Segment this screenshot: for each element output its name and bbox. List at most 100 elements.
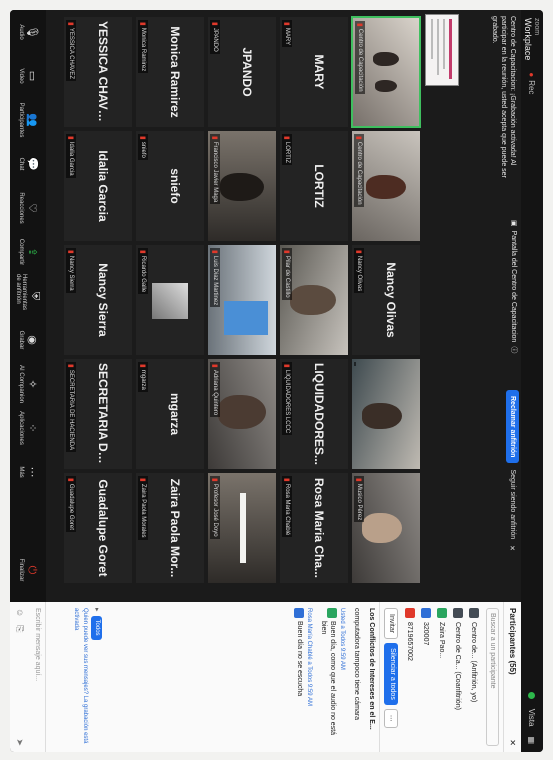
participant-tile[interactable]: ▮ Luis Diaz Martinez bbox=[207, 244, 277, 356]
more-button[interactable]: ⋯ Más bbox=[18, 450, 38, 494]
participant-tile[interactable]: Rosa Maria Cha... ▮ Rosa Maria Chablé bbox=[279, 472, 349, 584]
participant-row[interactable]: 320007 bbox=[418, 602, 434, 752]
mic-muted-icon: ▮ bbox=[67, 250, 74, 254]
more-options-icon[interactable]: ⋯ bbox=[384, 708, 398, 728]
participant-tile[interactable]: mgarza ▮ mgarza bbox=[135, 358, 205, 470]
to-label-prefix: ▸ bbox=[93, 608, 100, 612]
mic-muted-icon: ▮ bbox=[283, 22, 290, 26]
participant-tile[interactable]: ▮ Centro de Capacitación bbox=[351, 130, 421, 242]
participant-tile[interactable]: ▮ Adriana Quintero bbox=[207, 358, 277, 470]
mic-muted-icon: ▮ bbox=[283, 250, 290, 254]
mic-muted-icon: ▮ bbox=[355, 250, 362, 254]
participant-label: MARY bbox=[284, 27, 290, 46]
participant-tile[interactable]: MARY ▮ MARY bbox=[279, 16, 349, 128]
participant-tile[interactable]: ▮ Pilar de Castillo bbox=[279, 244, 349, 356]
toolbar-label: Compartir bbox=[18, 238, 24, 266]
mute-all-button[interactable]: Silenciar a todos bbox=[384, 643, 398, 705]
video-feed bbox=[362, 403, 402, 429]
participant-tile[interactable]: Nancy Olivas ▮ Nancy Olivas bbox=[351, 244, 421, 356]
participant-tile[interactable]: ▮ Francisco Javier Maga bbox=[207, 130, 277, 242]
participant-row[interactable]: Centro de Ca... (Coanfitrión) bbox=[450, 602, 466, 752]
recipient-dropdown[interactable]: Todos bbox=[91, 615, 102, 640]
reactions-button[interactable]: ♡ Reacciones bbox=[18, 186, 38, 230]
mic-muted-icon: ▮ bbox=[139, 22, 146, 26]
mic-muted-icon: ▮ bbox=[356, 23, 363, 27]
participant-tile[interactable]: SECRETARIA DE... ▮ SECRETARIA DE HACIENDA bbox=[63, 358, 133, 470]
shared-screen-thumbnail[interactable] bbox=[425, 14, 459, 86]
zoom-window: zoom Workplace ● Rec Vista ▦ Centro de C… bbox=[10, 10, 543, 752]
participant-tile[interactable]: LIQUIDADORES... ▮ LIQUIDADORES LCCC bbox=[279, 358, 349, 470]
participant-tile[interactable]: YESSICA CHAVEZ ▮ YESSICA CHAVEZ bbox=[63, 16, 133, 128]
recording-notice: Centro de Capacitacion: ¡Grabación activ… bbox=[491, 16, 516, 178]
camera-icon: ▭ bbox=[26, 70, 38, 82]
end-meeting-button[interactable]: ⏻ Finalizar bbox=[18, 548, 38, 592]
brand-name: Workplace bbox=[523, 18, 533, 61]
emoji-icon[interactable]: ☺ bbox=[14, 608, 25, 617]
participant-row[interactable]: Centro de... (Anfitrión, yo) bbox=[466, 602, 482, 752]
participant-row[interactable]: Zaira Pao... bbox=[434, 602, 450, 752]
participant-tile[interactable]: ▮ Musico Pérez bbox=[351, 472, 421, 584]
participant-tile[interactable]: ▮ Ricardo Galle bbox=[135, 244, 205, 356]
apps-icon: ⁘ bbox=[26, 423, 38, 433]
participant-tile[interactable]: Guadalupe Goret ▮ Guadalupe Goret bbox=[63, 472, 133, 584]
chat-button[interactable]: 💬 Chat bbox=[18, 142, 38, 186]
attach-icon[interactable]: ⎘ bbox=[14, 625, 25, 632]
record-icon: ◉ bbox=[26, 335, 38, 345]
participant-tile[interactable]: Zaira Paola Mor... ▮ Zaira Paola Morales bbox=[135, 472, 205, 584]
ai-companion-button[interactable]: ✧ AI Companion bbox=[18, 362, 38, 406]
video-feed bbox=[366, 175, 406, 199]
toolbar-label: Aplicaciones bbox=[18, 411, 24, 445]
record-button[interactable]: ◉ Grabar bbox=[18, 318, 38, 362]
participant-name: Rosa Maria Cha... bbox=[312, 477, 326, 579]
mic-muted-icon: ▮ bbox=[355, 478, 362, 482]
video-feed bbox=[220, 173, 264, 201]
participant-search-input[interactable]: Buscar a un participante bbox=[486, 608, 499, 746]
recording-indicator[interactable]: ● Rec bbox=[528, 72, 537, 94]
participant-tile[interactable]: ▮ Centro de Capacitación bbox=[351, 16, 421, 128]
avatar bbox=[453, 608, 463, 618]
participant-row-name: Centro de Ca... (Coanfitrión) bbox=[454, 622, 462, 710]
participant-tile[interactable]: Idalia Garcia ▮ Idalia Garcia bbox=[63, 130, 133, 242]
reaction-icon: ♡ bbox=[26, 203, 38, 213]
close-icon[interactable]: ✕ bbox=[509, 545, 517, 551]
participant-tile[interactable]: Nancy Sierra ▮ Nancy Sierra bbox=[63, 244, 133, 356]
participant-row[interactable]: 8719657002 bbox=[402, 602, 418, 752]
mic-muted-icon: ▮ bbox=[211, 22, 218, 26]
chat-input[interactable]: Escribir mensaje aquí... bbox=[30, 602, 46, 752]
participant-tile[interactable]: JPANDO ▮ JPANDO bbox=[207, 16, 277, 128]
participants-button[interactable]: 👥 Participantes bbox=[18, 98, 38, 142]
mic-muted-icon: ▮ bbox=[211, 250, 218, 254]
avatar bbox=[421, 608, 431, 618]
invite-button[interactable]: Invitar bbox=[384, 608, 398, 640]
send-icon[interactable]: ➤ bbox=[14, 738, 25, 746]
participant-tile[interactable]: sniefo ▮ sniefo bbox=[135, 130, 205, 242]
video-button[interactable]: ▭ Video bbox=[18, 54, 38, 98]
participant-label: Guadalupe Goret bbox=[68, 483, 74, 530]
participant-name: LIQUIDADORES... bbox=[312, 363, 326, 466]
avatar bbox=[294, 608, 304, 618]
recording-label: Rec bbox=[527, 80, 537, 95]
view-button[interactable]: Vista bbox=[528, 709, 537, 727]
info-icon[interactable]: ⓘ bbox=[509, 346, 519, 353]
recording-note: Quien puede ver sus mensajes? La grabaci… bbox=[73, 608, 88, 744]
participant-name: Guadalupe Goret bbox=[96, 479, 110, 577]
participant-label: Nancy Olivas bbox=[356, 255, 362, 292]
participant-tile[interactable] bbox=[351, 358, 421, 470]
host-tools-button[interactable]: ⛨ Herramientas de anfitrión bbox=[15, 274, 41, 318]
participant-tile[interactable]: ▮ Profesor José Doyo bbox=[207, 472, 277, 584]
mic-muted-icon: ▮ bbox=[67, 136, 74, 140]
screen-share-icon: ▣ bbox=[510, 220, 517, 227]
shield-status-icon bbox=[528, 691, 536, 699]
participant-row-name: Zaira Pao... bbox=[438, 622, 446, 659]
participant-tile[interactable]: LORTIZ ▮ LORTIZ bbox=[279, 130, 349, 242]
audio-button[interactable]: 🎙 Audio bbox=[18, 10, 38, 54]
grid-icon[interactable]: ▦ bbox=[528, 736, 537, 744]
participant-tile[interactable]: Monica Ramirez ▮ Monica Ramirez bbox=[135, 16, 205, 128]
apps-button[interactable]: ⁘ Aplicaciones bbox=[18, 406, 38, 450]
mic-icon: 🎙 bbox=[26, 25, 38, 39]
video-gallery: Centro de Capacitacion: ¡Grabación activ… bbox=[46, 10, 521, 602]
close-panel-icon[interactable]: ✕ bbox=[508, 739, 517, 746]
participant-name: JPANDO bbox=[240, 47, 254, 97]
claim-host-button[interactable]: Reclamar anfitrión bbox=[506, 390, 519, 464]
share-button[interactable]: ⇪ Compartir bbox=[18, 230, 38, 274]
